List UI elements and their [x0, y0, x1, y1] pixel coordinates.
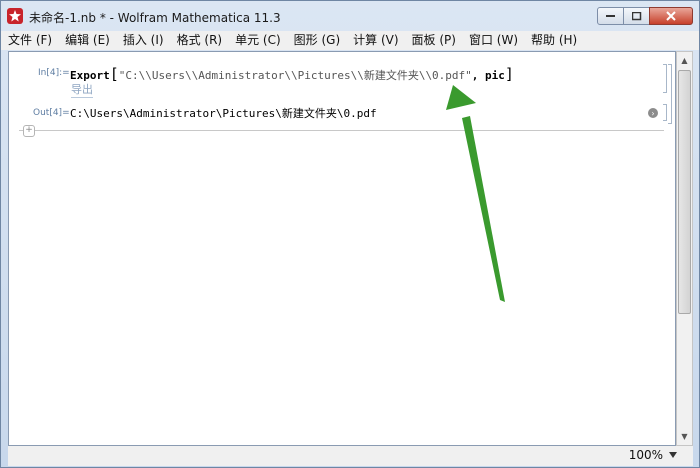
function-hint[interactable]: 导出: [71, 81, 93, 98]
scroll-down-icon[interactable]: ▼: [679, 431, 690, 442]
menu-format[interactable]: 格式 (R): [170, 31, 229, 50]
status-bar: 100%: [8, 446, 693, 466]
zoom-level[interactable]: 100%: [629, 448, 663, 462]
title-bar[interactable]: 未命名-1.nb * - Wolfram Mathematica 11.3: [1, 1, 699, 31]
menu-file[interactable]: 文件 (F): [1, 31, 58, 50]
menu-evaluation[interactable]: 计算 (V): [346, 31, 404, 50]
maximize-icon: [631, 11, 641, 20]
maximize-button[interactable]: [623, 7, 650, 25]
window-controls: [597, 7, 693, 25]
close-button[interactable]: [649, 7, 693, 25]
group-cell-bracket[interactable]: [668, 64, 672, 124]
vertical-scrollbar[interactable]: ▲ ▼: [676, 51, 693, 446]
output-cell-bracket[interactable]: [663, 104, 667, 121]
mathematica-window: 未命名-1.nb * - Wolfram Mathematica 11.3 文件…: [0, 0, 700, 468]
menu-bar: 文件 (F) 编辑 (E) 插入 (I) 格式 (R) 单元 (C) 图形 (G…: [1, 31, 699, 50]
menu-palettes[interactable]: 面板 (P): [405, 31, 462, 50]
menu-insert[interactable]: 插入 (I): [116, 31, 170, 50]
scroll-up-icon[interactable]: ▲: [679, 55, 690, 66]
minimize-button[interactable]: [597, 7, 624, 25]
mathematica-icon[interactable]: [7, 8, 23, 24]
menu-window[interactable]: 窗口 (W): [462, 31, 524, 50]
menu-cell[interactable]: 单元 (C): [228, 31, 287, 50]
minimize-icon: [605, 15, 615, 17]
input-cell-bracket[interactable]: [663, 64, 667, 93]
menu-help[interactable]: 帮助 (H): [524, 31, 583, 50]
zoom-dropdown-icon[interactable]: [669, 452, 677, 458]
output-text: C:\Users\Administrator\Pictures\新建文件夹\0.…: [70, 107, 377, 120]
add-cell-icon[interactable]: +: [23, 125, 35, 137]
path-string: "C:\\Users\\Administrator\\Pictures\\新建文…: [118, 69, 472, 82]
close-bracket: ]: [504, 65, 514, 83]
input-code[interactable]: Export["C:\\Users\\Administrator\\Pictur…: [70, 65, 514, 83]
notebook-area[interactable]: In[4]:= Export["C:\\Users\\Administrator…: [8, 51, 676, 446]
pic-argument: , pic: [471, 69, 505, 82]
arrow-right-icon[interactable]: ›: [648, 108, 658, 118]
menu-graphics[interactable]: 图形 (G): [287, 31, 346, 50]
window-title: 未命名-1.nb * - Wolfram Mathematica 11.3: [29, 11, 281, 25]
cell-insertion-line[interactable]: [19, 130, 664, 131]
scroll-thumb[interactable]: [678, 70, 691, 314]
open-bracket: [: [109, 65, 119, 83]
menu-edit[interactable]: 编辑 (E): [58, 31, 116, 50]
output-label: Out[4]=: [33, 108, 70, 118]
close-icon: [666, 11, 676, 21]
input-label: In[4]:=: [38, 68, 70, 78]
